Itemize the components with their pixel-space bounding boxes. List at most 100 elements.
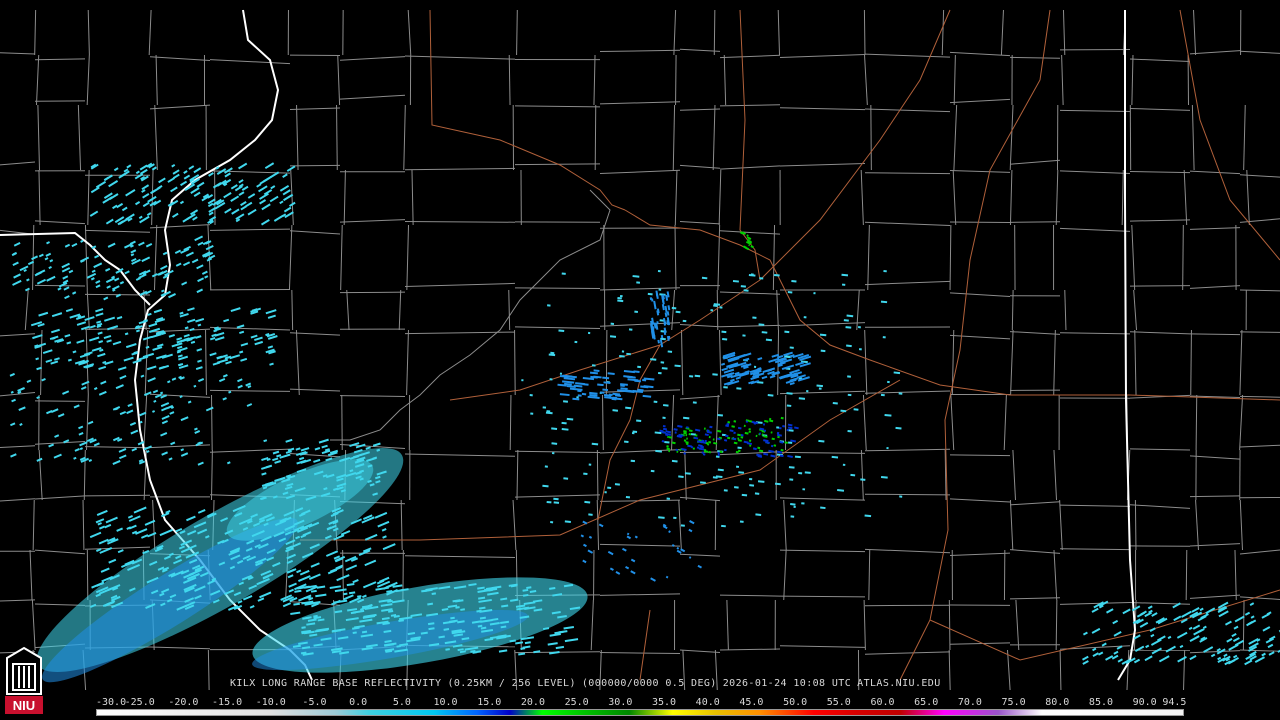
echo-streak (453, 633, 464, 637)
echo-streak (224, 208, 232, 214)
echo-streak (1177, 656, 1187, 663)
echo-streak (96, 322, 103, 327)
echo-streak (245, 382, 252, 387)
echo-streak (773, 273, 780, 277)
echo-streak (1261, 652, 1266, 657)
echo-streak (115, 384, 124, 390)
county-line (679, 395, 721, 400)
echo-streak (671, 544, 675, 547)
echo-streak (816, 384, 824, 388)
echo-streak (131, 351, 138, 356)
county-line (864, 493, 951, 496)
echo-streak (457, 620, 465, 624)
echo-streak (259, 192, 269, 200)
highway-lines (300, 9, 1280, 681)
echo-streak (160, 402, 170, 408)
echo-streak (730, 378, 735, 382)
county-line (35, 54, 40, 106)
echo-streak (183, 261, 191, 267)
echo-streak (303, 596, 311, 600)
echo-streak (19, 423, 23, 426)
echo-streak (45, 252, 52, 257)
echo-streak (1157, 635, 1166, 642)
echo-streak (524, 641, 531, 645)
county-line (1055, 599, 1058, 651)
echo-streak (254, 336, 263, 342)
echo-streak (209, 352, 217, 357)
echo-streak (62, 279, 69, 284)
echo-streak (1144, 655, 1153, 662)
echo-streak (285, 474, 292, 478)
county-line (772, 224, 776, 291)
echo-streak (95, 180, 107, 189)
echo-streak (798, 397, 806, 400)
echo-streak (9, 372, 15, 377)
echo-streak (776, 450, 783, 454)
echo-streak (272, 450, 280, 455)
echo-streak (257, 597, 265, 602)
county-line (672, 104, 676, 171)
echo-streak (74, 448, 80, 452)
county-line (1007, 649, 1011, 691)
county-line (719, 594, 781, 597)
echo-streak (349, 469, 354, 473)
echo-streak (279, 453, 291, 459)
echo-streak (265, 309, 277, 315)
county-line (1189, 50, 1241, 55)
echo-streak (169, 269, 174, 274)
county-line (679, 451, 721, 454)
echo-streak (293, 602, 300, 606)
echo-streak (1082, 655, 1089, 661)
echo-streak (382, 622, 390, 626)
echo-streak (615, 571, 621, 575)
county-line (1059, 649, 1062, 691)
echo-streak (308, 573, 321, 580)
echo-streak (1105, 655, 1114, 661)
echo-streak (663, 331, 667, 336)
echo-streak (1226, 638, 1233, 643)
echo-streak (796, 374, 806, 379)
echo-streak (187, 400, 192, 404)
echo-streak (181, 281, 188, 286)
echo-streak (748, 274, 756, 277)
echo-streak (114, 277, 120, 282)
echo-streak (1234, 639, 1245, 647)
echo-streak (542, 627, 550, 631)
echo-streak (665, 433, 669, 437)
echo-streak (188, 165, 195, 170)
echo-streak (334, 557, 343, 563)
echo-streak (50, 328, 60, 334)
echo-streak (1217, 656, 1222, 661)
echo-streak (68, 269, 74, 274)
echo-streak (564, 520, 571, 524)
echo-streak (78, 432, 84, 436)
county-line (0, 333, 36, 337)
county-line (1189, 543, 1241, 547)
echo-streak (653, 300, 657, 310)
echo-streak (279, 200, 284, 205)
echo-streak (179, 395, 183, 399)
county-line (205, 329, 207, 396)
echo-streak (602, 376, 610, 380)
echo-streak (420, 631, 428, 635)
echo-streak (197, 509, 206, 514)
echo-streak (112, 288, 116, 292)
echo-streak (246, 403, 253, 407)
echo-streak (666, 317, 671, 326)
echo-streak (386, 589, 393, 593)
county-line (0, 498, 36, 502)
county-line (949, 169, 1011, 173)
county-line (949, 98, 1011, 104)
echo-streak (78, 425, 84, 430)
county-line (37, 104, 41, 171)
county-line (514, 494, 601, 498)
echo-streak (104, 523, 112, 529)
echo-streak (62, 390, 70, 395)
county-line (34, 220, 86, 225)
echo-streak (619, 354, 625, 358)
echo-streak (768, 449, 775, 453)
echo-streak (142, 352, 155, 359)
echo-streak (10, 390, 14, 394)
echo-streak (750, 245, 754, 249)
echo-streak (794, 426, 799, 430)
